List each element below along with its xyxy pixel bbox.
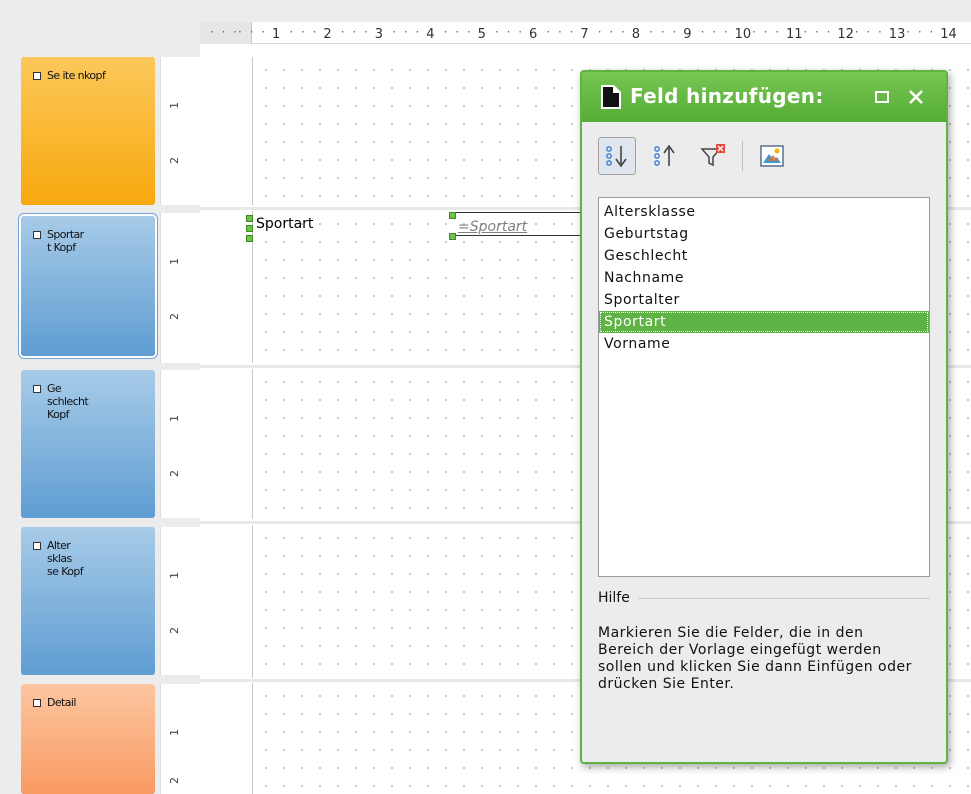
- ruler-mark: 2: [168, 470, 181, 477]
- list-item[interactable]: Geburtstag: [599, 223, 929, 245]
- resize-handle[interactable]: [246, 235, 253, 242]
- dialog-title: Feld hinzufügen:: [630, 84, 824, 108]
- document-icon: [601, 85, 621, 109]
- section-label: Detail: [47, 696, 76, 709]
- ruler-number: 5: [477, 27, 486, 42]
- help-divider: [637, 597, 930, 599]
- ruler-number: 7: [580, 27, 589, 42]
- section-label: Sportar t Kopf: [47, 228, 84, 254]
- ruler-dots: · · ·: [546, 25, 576, 39]
- horizontal-ruler[interactable]: · · · · · · 1 · · · 2 · · · 3 · · · 4 · · · 5 · · ·…: [200, 22, 971, 44]
- sort-ascending-button[interactable]: [598, 137, 636, 175]
- list-item[interactable]: Nachname: [599, 267, 929, 289]
- help-text: Markieren Sie die Felder, die in den Ber…: [598, 625, 912, 692]
- ruler-dots: · · ·: [443, 25, 473, 39]
- ruler-mark: 1: [168, 572, 181, 579]
- insert-image-button[interactable]: [753, 137, 791, 175]
- ruler-number: 3: [374, 27, 384, 42]
- section-geschlecht-kopf[interactable]: Ge schlecht Kopf: [21, 370, 155, 518]
- section-checkbox[interactable]: [33, 72, 41, 80]
- ruler-dots: · · ·: [238, 25, 268, 39]
- section-checkbox[interactable]: [33, 231, 41, 239]
- ruler-dots: · · ·: [495, 25, 525, 39]
- remove-filter-icon: [700, 144, 725, 167]
- insert-image-icon: [760, 145, 784, 167]
- sort-descending-icon: [654, 144, 675, 166]
- ruler-dots: · · ·: [649, 25, 679, 39]
- help-section-header: Hilfe: [598, 590, 930, 606]
- ruler-number: 6: [529, 27, 538, 42]
- vertical-ruler-geschlecht: 1 2: [160, 370, 200, 518]
- list-item-selected[interactable]: Sportart: [599, 311, 929, 333]
- dialog-titlebar[interactable]: Feld hinzufügen:: [582, 72, 946, 122]
- ruler-mark: 1: [168, 102, 181, 109]
- add-field-dialog: Feld hinzufügen: Altersklasse Geburtstag…: [580, 70, 948, 764]
- data-field-sportart[interactable]: =Sportart: [458, 219, 527, 235]
- resize-handle[interactable]: [449, 233, 456, 240]
- vertical-ruler-altersklasse: 1 2: [160, 527, 200, 675]
- ruler-dots: · · ·: [854, 25, 884, 39]
- ruler-dots: · · ·: [803, 25, 833, 39]
- ruler-dots: · · ·: [906, 25, 936, 39]
- report-designer-window: · · · · · · 1 · · · 2 · · · 3 · · · 4 · · · 5 · · ·…: [0, 0, 971, 794]
- section-label: Ge schlecht Kopf: [47, 382, 89, 421]
- list-item[interactable]: Sportalter: [599, 289, 929, 311]
- list-item[interactable]: Altersklasse: [599, 201, 929, 223]
- ruler-mark: 2: [168, 777, 181, 784]
- ruler-dots: · · ·: [289, 25, 319, 39]
- resize-handle[interactable]: [246, 215, 253, 222]
- ruler-dots: · · ·: [210, 25, 240, 39]
- section-altersklasse-kopf[interactable]: Alter sklas se Kopf: [21, 527, 155, 675]
- ruler-number: 13: [888, 27, 906, 42]
- ruler-number: 9: [683, 27, 692, 42]
- ruler-number: 14: [940, 27, 957, 42]
- close-icon[interactable]: [904, 85, 928, 109]
- list-item[interactable]: Geschlecht: [599, 245, 929, 267]
- ruler-dots: · · ·: [700, 25, 730, 39]
- ruler-mark: 1: [168, 729, 181, 736]
- ruler-mark: 2: [168, 313, 181, 320]
- resize-handle[interactable]: [449, 212, 456, 219]
- section-label: Alter sklas se Kopf: [47, 539, 84, 578]
- ruler-number: 10: [734, 27, 752, 42]
- field-list[interactable]: Altersklasse Geburtstag Geschlecht Nachn…: [598, 197, 930, 577]
- vertical-ruler-sportart: 1 2: [160, 213, 200, 363]
- ruler-dots: · · ·: [392, 25, 422, 39]
- resize-handle[interactable]: [246, 225, 253, 232]
- section-checkbox[interactable]: [33, 385, 41, 393]
- vertical-ruler-seitenkopf: 1 2: [160, 57, 200, 205]
- section-seitenkopf[interactable]: Se ite nkopf: [21, 57, 155, 205]
- dialog-toolbar: [598, 134, 791, 178]
- toolbar-separator: [742, 141, 743, 171]
- section-detail[interactable]: Detail: [21, 684, 155, 794]
- label-field-sportart[interactable]: Sportart: [256, 216, 313, 232]
- section-label: Se ite nkopf: [47, 69, 106, 82]
- ruler-dots: · · ·: [597, 25, 627, 39]
- ruler-mark: 2: [168, 627, 181, 634]
- ruler-dots: · · ·: [340, 25, 370, 39]
- ruler-mark: 2: [168, 157, 181, 164]
- ruler-number: 12: [837, 27, 854, 42]
- ruler-number: 4: [426, 27, 435, 42]
- ruler-number: 1: [272, 27, 281, 42]
- ruler-number: 11: [786, 27, 803, 42]
- list-item[interactable]: Vorname: [599, 333, 929, 355]
- ruler-mark: 1: [168, 415, 181, 422]
- section-checkbox[interactable]: [33, 542, 41, 550]
- sort-ascending-icon: [606, 146, 627, 168]
- sort-descending-button[interactable]: [646, 137, 684, 175]
- ruler-number: 2: [323, 27, 332, 42]
- vertical-ruler-detail: 1 2: [160, 684, 200, 794]
- maximize-icon[interactable]: [870, 85, 894, 109]
- help-heading: Hilfe: [598, 590, 630, 606]
- ruler-number: 8: [631, 27, 641, 42]
- remove-filter-button[interactable]: [694, 137, 732, 175]
- ruler-dots: · · ·: [752, 25, 782, 39]
- ruler-mark: 1: [168, 258, 181, 265]
- section-checkbox[interactable]: [33, 699, 41, 707]
- section-sportart-kopf[interactable]: Sportar t Kopf: [21, 216, 155, 356]
